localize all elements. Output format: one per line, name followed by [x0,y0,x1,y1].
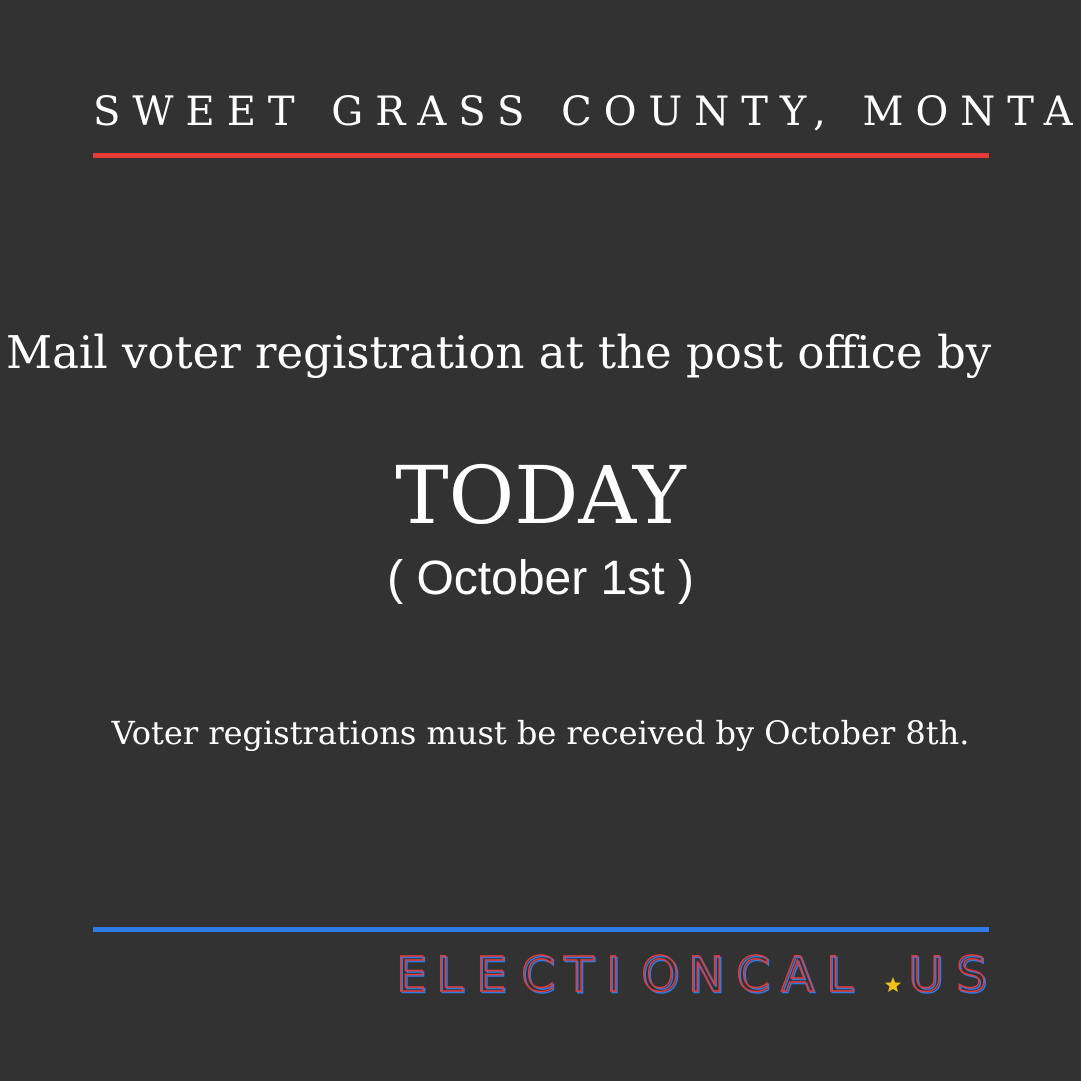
logo-letter: I [606,947,620,997]
headline: Mail voter registration at the post offi… [6,326,992,379]
logo-letter: T [563,947,594,997]
logo-letter: L [436,947,463,997]
logo-letter: C [521,947,555,997]
logo-letter: O [641,947,679,997]
logo-letter: S [956,947,986,997]
deadline-label: TODAY [395,449,686,542]
receipt-note: Voter registrations must be received by … [111,714,970,752]
logo-letter: L [826,947,853,997]
top-divider [93,153,989,158]
logo-letter: N [688,947,724,997]
logo-letter: C [736,947,770,997]
electioncal-logo: EE LL EE CC TT II OO NN CC AA LL UU SS [396,947,989,997]
announcement-card: SWEET GRASS COUNTY, MONTANA Mail voter r… [0,0,1081,1081]
logo-letter: U [908,947,943,997]
logo-letter: A [781,947,814,997]
star-icon [885,977,901,992]
bottom-divider [93,927,989,932]
county-title: SWEET GRASS COUNTY, MONTANA [93,89,1081,135]
logo-letter: E [396,947,426,997]
logo-letter: E [476,947,506,997]
deadline-date: ( October 1st ) [387,552,694,605]
